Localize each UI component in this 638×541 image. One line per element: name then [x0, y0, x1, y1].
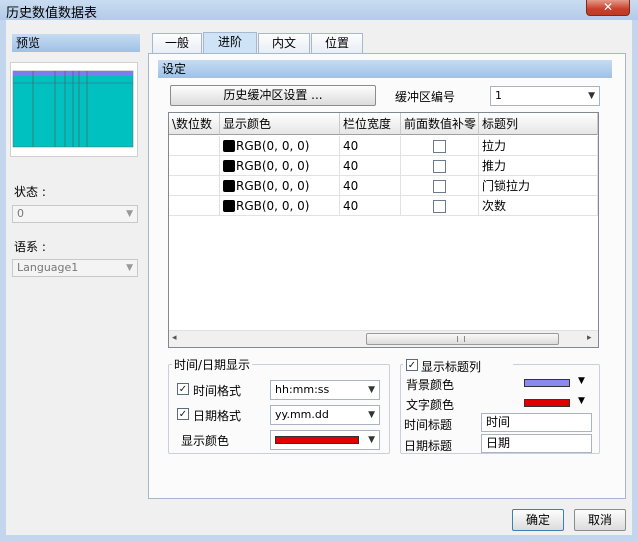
chevron-down-icon: ▼ — [578, 376, 585, 386]
buffer-number-value: 1 — [495, 89, 502, 102]
row-color-value: RGB(0, 0, 0) — [236, 159, 310, 173]
bg-color-select[interactable]: ▼ — [518, 374, 592, 392]
tab-text[interactable]: 内文 — [258, 33, 310, 53]
tab-position[interactable]: 位置 — [311, 33, 363, 53]
time-title-input[interactable]: 时间 — [481, 413, 592, 432]
chevron-down-icon: ▼ — [588, 91, 595, 101]
chevron-down-icon: ▼ — [368, 385, 375, 395]
row-title-value[interactable]: 推力 — [479, 156, 598, 176]
tab-advanced[interactable]: 进阶 — [203, 32, 257, 54]
columns-table[interactable]: \数位数 显示颜色 栏位宽度 前面数值补零 标题列 RGB(0, 0, 0) 4… — [168, 112, 599, 348]
state-label: 状态 : — [14, 185, 46, 199]
row-color-value: RGB(0, 0, 0) — [236, 139, 310, 153]
time-title-label: 时间标题 — [404, 418, 453, 432]
row-width-value[interactable]: 40 — [340, 136, 401, 156]
buffer-number-label: 缓冲区编号 — [395, 90, 456, 104]
row-width-value[interactable]: 40 — [340, 156, 401, 176]
close-button[interactable]: ✕ — [586, 0, 630, 16]
header-column-width[interactable]: 栏位宽度 — [340, 113, 401, 135]
date-title-label: 日期标题 — [404, 439, 453, 453]
horizontal-scrollbar[interactable]: ◂ ▸ — [169, 330, 598, 347]
leading-zero-checkbox[interactable] — [433, 180, 446, 193]
show-title-checkbox[interactable]: ✓ — [406, 359, 418, 371]
tab-general[interactable]: 一般 — [152, 33, 202, 53]
time-format-label: 时间格式 — [193, 384, 242, 398]
row-leading-zero-cell[interactable] — [401, 136, 479, 156]
show-title-label: 显示标题列 — [421, 360, 482, 374]
chevron-down-icon: ▼ — [368, 410, 375, 420]
row-title-value[interactable]: 次数 — [479, 196, 598, 216]
chevron-down-icon: ▼ — [126, 209, 133, 219]
display-color-select[interactable]: ▼ — [270, 430, 380, 450]
row-leading-zero-cell[interactable] — [401, 156, 479, 176]
date-format-label: 日期格式 — [193, 409, 242, 423]
table-cell[interactable]: RGB(0, 0, 0) — [220, 176, 340, 196]
text-color-select[interactable]: ▼ — [518, 394, 592, 412]
row-width-value[interactable]: 40 — [340, 176, 401, 196]
color-swatch-icon — [223, 140, 235, 152]
time-format-checkbox[interactable]: ✓ — [177, 383, 189, 395]
date-title-input[interactable]: 日期 — [481, 434, 592, 453]
chevron-down-icon: ▼ — [126, 263, 133, 273]
scroll-right-icon[interactable]: ▸ — [587, 333, 592, 343]
row-title-value[interactable]: 拉力 — [479, 136, 598, 156]
window-title: 历史数值数据表 — [6, 6, 98, 21]
table-cell[interactable] — [169, 176, 220, 196]
color-swatch-icon — [223, 200, 235, 212]
time-date-group-title: 时间/日期显示 — [172, 356, 253, 373]
language-value: Language1 — [17, 261, 79, 274]
buffer-number-select[interactable]: 1 ▼ — [490, 86, 600, 106]
row-color-value: RGB(0, 0, 0) — [236, 199, 310, 213]
chevron-down-icon: ▼ — [368, 435, 375, 445]
header-digits[interactable]: \数位数 — [169, 113, 220, 135]
date-format-select[interactable]: yy.mm.dd ▼ — [270, 405, 380, 425]
cancel-button[interactable]: 取消 — [574, 509, 626, 531]
color-swatch-icon — [223, 180, 235, 192]
state-select[interactable]: 0 ▼ — [12, 205, 138, 223]
time-format-value: hh:mm:ss — [275, 383, 330, 396]
settings-header: 设定 — [158, 60, 612, 78]
preview-box — [10, 62, 138, 157]
text-color-swatch — [524, 399, 570, 407]
row-leading-zero-cell[interactable] — [401, 196, 479, 216]
date-format-checkbox[interactable]: ✓ — [177, 408, 189, 420]
header-title-column[interactable]: 标题列 — [479, 113, 598, 135]
table-cell[interactable] — [169, 136, 220, 156]
bg-color-label: 背景颜色 — [406, 378, 455, 392]
language-select[interactable]: Language1 ▼ — [12, 259, 138, 277]
preview-header: 预览 — [12, 34, 140, 52]
grip-icon — [457, 336, 465, 342]
table-cell[interactable]: RGB(0, 0, 0) — [220, 196, 340, 216]
header-display-color[interactable]: 显示颜色 — [220, 113, 340, 135]
row-width-value[interactable]: 40 — [340, 196, 401, 216]
table-cell[interactable] — [169, 156, 220, 176]
table-cell[interactable]: RGB(0, 0, 0) — [220, 136, 340, 156]
chevron-down-icon: ▼ — [578, 396, 585, 406]
leading-zero-checkbox[interactable] — [433, 200, 446, 213]
row-title-value[interactable]: 门锁拉力 — [479, 176, 598, 196]
scrollbar-thumb[interactable] — [366, 333, 559, 345]
table-preview-icon — [12, 70, 134, 148]
leading-zero-checkbox[interactable] — [433, 140, 446, 153]
table-cell[interactable] — [169, 196, 220, 216]
state-value: 0 — [17, 207, 24, 220]
row-color-value: RGB(0, 0, 0) — [236, 179, 310, 193]
bg-color-swatch — [524, 379, 570, 387]
display-color-label: 显示颜色 — [181, 434, 230, 448]
language-label: 语系 : — [14, 240, 46, 254]
text-color-label: 文字颜色 — [406, 398, 455, 412]
color-swatch-icon — [223, 160, 235, 172]
date-format-value: yy.mm.dd — [275, 408, 329, 421]
header-leading-zero[interactable]: 前面数值补零 — [401, 113, 479, 135]
history-buffer-button[interactable]: 历史缓冲区设置 ... — [170, 85, 376, 106]
ok-button[interactable]: 确定 — [512, 509, 564, 531]
leading-zero-checkbox[interactable] — [433, 160, 446, 173]
scroll-left-icon[interactable]: ◂ — [172, 333, 177, 343]
time-format-select[interactable]: hh:mm:ss ▼ — [270, 380, 380, 400]
display-color-swatch — [275, 436, 359, 444]
row-leading-zero-cell[interactable] — [401, 176, 479, 196]
table-cell[interactable]: RGB(0, 0, 0) — [220, 156, 340, 176]
